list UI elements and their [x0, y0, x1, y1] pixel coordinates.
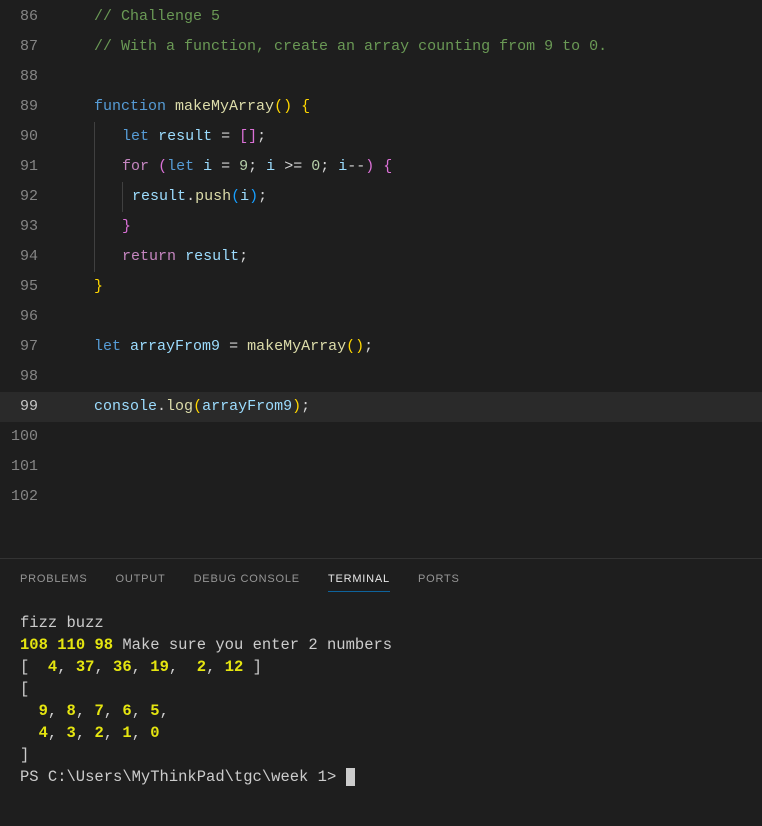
code-line[interactable]: 89 function makeMyArray() {: [0, 92, 762, 122]
terminal-line: [: [20, 680, 29, 698]
bottom-panel: PROBLEMS OUTPUT DEBUG CONSOLE TERMINAL PORTS…: [0, 558, 762, 826]
line-number: 86: [0, 2, 58, 32]
terminal-line: [ 4, 37, 36, 19, 2, 12 ]: [20, 658, 262, 676]
code-content[interactable]: // Challenge 5: [58, 2, 762, 32]
line-number: 102: [0, 482, 58, 512]
code-content[interactable]: }: [58, 272, 762, 302]
code-content[interactable]: result.push(i);: [58, 182, 762, 212]
line-number: 97: [0, 332, 58, 362]
code-content[interactable]: // With a function, create an array coun…: [58, 32, 762, 62]
terminal-line: ]: [20, 746, 29, 764]
line-number: 89: [0, 92, 58, 122]
code-line[interactable]: 87 // With a function, create an array c…: [0, 32, 762, 62]
terminal-line: fizz buzz: [20, 614, 104, 632]
code-line[interactable]: 92 result.push(i);: [0, 182, 762, 212]
panel-tab-ports[interactable]: PORTS: [418, 573, 460, 592]
code-line[interactable]: 98: [0, 362, 762, 392]
line-number: 99: [0, 392, 58, 422]
code-line[interactable]: 93 }: [0, 212, 762, 242]
panel-tab-problems[interactable]: PROBLEMS: [20, 573, 88, 592]
code-line[interactable]: 90 let result = [];: [0, 122, 762, 152]
line-number: 88: [0, 62, 58, 92]
line-number: 91: [0, 152, 58, 182]
code-line[interactable]: 101: [0, 452, 762, 482]
code-content[interactable]: for (let i = 9; i >= 0; i--) {: [58, 152, 762, 182]
terminal-line: 108 110 98 Make sure you enter 2 numbers: [20, 636, 392, 654]
code-line[interactable]: 102: [0, 482, 762, 512]
code-line[interactable]: 96: [0, 302, 762, 332]
code-content[interactable]: [58, 62, 762, 92]
code-editor[interactable]: 86 // Challenge 587 // With a function, …: [0, 0, 762, 558]
terminal-output[interactable]: fizz buzz 108 110 98 Make sure you enter…: [0, 596, 762, 796]
code-line[interactable]: 91 for (let i = 9; i >= 0; i--) {: [0, 152, 762, 182]
terminal-prompt[interactable]: PS C:\Users\MyThinkPad\tgc\week 1>: [20, 768, 355, 786]
terminal-line: 9, 8, 7, 6, 5,: [20, 702, 178, 720]
code-content[interactable]: let arrayFrom9 = makeMyArray();: [58, 332, 762, 362]
code-content[interactable]: [58, 302, 762, 332]
line-number: 90: [0, 122, 58, 152]
line-number: 95: [0, 272, 58, 302]
line-number: 92: [0, 182, 58, 212]
line-number: 100: [0, 422, 58, 452]
code-line[interactable]: 100: [0, 422, 762, 452]
code-line[interactable]: 99 console.log(arrayFrom9);: [0, 392, 762, 422]
line-number: 101: [0, 452, 58, 482]
code-content[interactable]: }: [58, 212, 762, 242]
code-content[interactable]: let result = [];: [58, 122, 762, 152]
code-content[interactable]: console.log(arrayFrom9);: [58, 392, 762, 422]
code-content[interactable]: [58, 362, 762, 392]
code-content[interactable]: [58, 422, 762, 452]
line-number: 96: [0, 302, 58, 332]
code-line[interactable]: 94 return result;: [0, 242, 762, 272]
terminal-line: 4, 3, 2, 1, 0: [20, 724, 160, 742]
code-content[interactable]: [58, 452, 762, 482]
line-number: 93: [0, 212, 58, 242]
panel-tab-debug-console[interactable]: DEBUG CONSOLE: [194, 573, 300, 592]
cursor-icon: [346, 768, 355, 786]
code-line[interactable]: 88: [0, 62, 762, 92]
panel-tab-output[interactable]: OUTPUT: [116, 573, 166, 592]
code-content[interactable]: [58, 482, 762, 512]
code-line[interactable]: 86 // Challenge 5: [0, 2, 762, 32]
line-number: 94: [0, 242, 58, 272]
code-content[interactable]: return result;: [58, 242, 762, 272]
code-line[interactable]: 97 let arrayFrom9 = makeMyArray();: [0, 332, 762, 362]
code-line[interactable]: 95 }: [0, 272, 762, 302]
line-number: 87: [0, 32, 58, 62]
line-number: 98: [0, 362, 58, 392]
code-content[interactable]: function makeMyArray() {: [58, 92, 762, 122]
panel-tabs: PROBLEMS OUTPUT DEBUG CONSOLE TERMINAL PORTS: [0, 565, 762, 596]
panel-tab-terminal[interactable]: TERMINAL: [328, 573, 390, 592]
